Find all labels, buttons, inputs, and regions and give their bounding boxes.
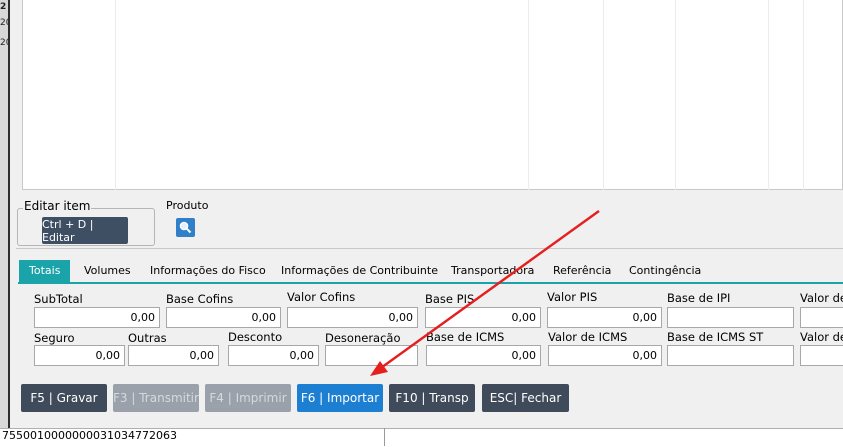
annotation-arrow [370,210,600,376]
